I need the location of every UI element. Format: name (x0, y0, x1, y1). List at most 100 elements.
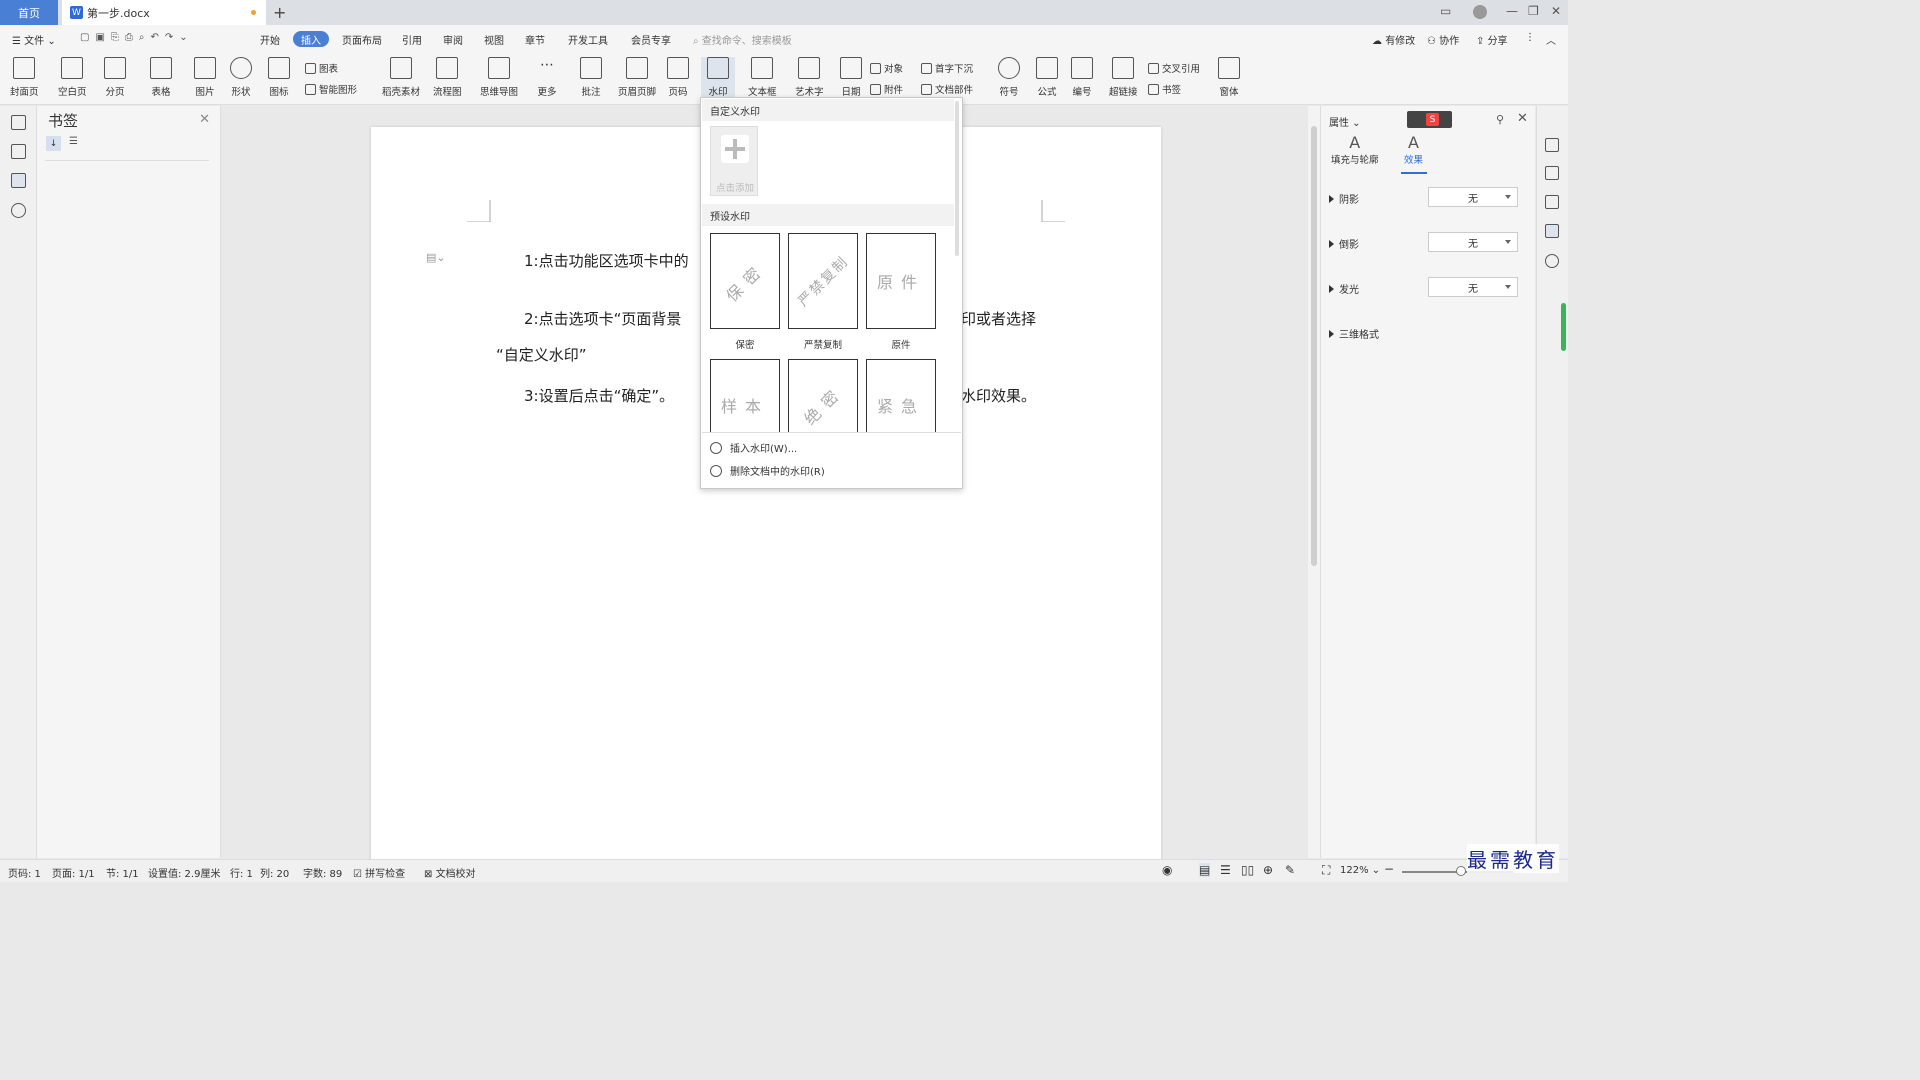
doc-line-3[interactable]: “自定义水印” (496, 344, 587, 365)
delete-watermark-item[interactable]: 删除文档中的水印(R) (710, 463, 825, 478)
cursor-select-icon[interactable] (1545, 195, 1559, 209)
cover-page-button[interactable]: 封面页 (10, 57, 39, 98)
sort-by-name-icon[interactable]: ↓ (46, 136, 61, 151)
collaborate-button[interactable]: ⚇ 协作 (1427, 32, 1459, 47)
image-button[interactable]: 图片 (194, 57, 216, 98)
share-button[interactable]: ⇪ 分享 (1476, 32, 1508, 47)
page-view-icon[interactable]: ▤ (1199, 863, 1211, 877)
outline-view-icon[interactable]: ☰ (1220, 863, 1231, 877)
comment-button[interactable]: 批注 (580, 57, 602, 98)
paragraph-options-icon[interactable]: ▤⌄ (426, 251, 446, 264)
folder-icon[interactable] (11, 144, 26, 159)
help-icon[interactable] (1545, 254, 1559, 268)
docpart-button[interactable]: 文档部件 (921, 82, 973, 96)
doc-proof-button[interactable]: ⊠ 文档校对 (424, 865, 476, 880)
mindmap-button[interactable]: 思维导图 (480, 57, 518, 98)
tab-home[interactable]: 首页 (0, 0, 58, 25)
status-page[interactable]: 页面: 1/1 (52, 865, 95, 880)
formula-button[interactable]: 公式 (1036, 57, 1058, 98)
tab-page-layout[interactable]: 页面布局 (342, 32, 382, 47)
pin-icon[interactable]: ⚲ (1496, 113, 1504, 126)
preset-watermark-card[interactable]: 原件 (866, 233, 936, 329)
reading-view-icon[interactable]: ▯▯ (1241, 863, 1254, 877)
doc-line-2-tail[interactable]: 印或者选择 (961, 308, 1036, 329)
shape-button[interactable]: 形状 (230, 57, 252, 98)
insert-watermark-item[interactable]: 插入水印(W)... (710, 440, 797, 455)
new-tab-plus-icon[interactable]: + (273, 3, 286, 22)
icon-button[interactable]: 图标 (268, 57, 290, 98)
glow-select[interactable]: 无 (1428, 277, 1518, 297)
zoom-slider-handle[interactable] (1456, 866, 1466, 876)
object-button[interactable]: 对象 (870, 61, 903, 75)
minimize-icon[interactable]: — (1506, 4, 1518, 18)
collapse-ribbon-icon[interactable]: ︿ (1546, 32, 1556, 47)
tab-developer[interactable]: 开发工具 (568, 32, 608, 47)
reflection-select[interactable]: 无 (1428, 232, 1518, 252)
quick-access-icons[interactable]: ▢▣⎘⎙⌕↶↷⌄ (80, 32, 194, 43)
doc-line-2[interactable]: 2:点击选项卡“页面背景 (524, 308, 681, 329)
dropcap-button[interactable]: 首字下沉 (921, 61, 973, 75)
command-search-input[interactable]: ⌕ 查找命令、搜索模板 (693, 32, 792, 47)
menu-file[interactable]: ☰ 文件 ⌄ (12, 32, 56, 47)
reflection-row[interactable]: 倒影 (1329, 236, 1359, 251)
bookmark-nav-icon[interactable] (11, 173, 26, 188)
more-button[interactable]: ⋯ 更多 (536, 57, 558, 98)
preset-watermark-card[interactable]: 严禁复制 (788, 233, 858, 329)
doc-line-4-tail[interactable]: 水印效果。 (961, 385, 1036, 406)
tab-insert[interactable]: 插入 (293, 31, 329, 47)
outline-icon[interactable] (11, 115, 26, 130)
web-view-icon[interactable]: ⊕ (1263, 863, 1273, 877)
crossref-button[interactable]: 交叉引用 (1148, 61, 1200, 75)
tab-fill-outline[interactable]: A 填充与轮廓 (1331, 134, 1379, 167)
zoom-level-select[interactable]: 122% ⌄ (1340, 865, 1380, 876)
watermark-button[interactable]: 水印 (701, 57, 735, 101)
date-button[interactable]: 日期 (840, 57, 862, 98)
smartart-button[interactable]: 智能图形 (305, 82, 357, 96)
table-button[interactable]: 表格 (150, 57, 172, 98)
tab-document[interactable]: W 第一步.docx (62, 0, 266, 25)
has-changes-button[interactable]: ☁ 有修改 (1372, 32, 1415, 47)
close-panel-icon[interactable]: ✕ (1517, 111, 1528, 126)
vertical-scrollbar[interactable] (1308, 106, 1320, 858)
doc-line-1[interactable]: 1:点击功能区选项卡中的 (524, 250, 689, 271)
shadow-select[interactable]: 无 (1428, 187, 1518, 207)
attachment-button[interactable]: 附件 (870, 82, 903, 96)
page-number-button[interactable]: 页码 (667, 57, 689, 98)
side-scroll-indicator[interactable] (1561, 303, 1566, 351)
symbol-button[interactable]: 符号 (998, 57, 1020, 98)
tab-references[interactable]: 引用 (402, 32, 422, 47)
rocket-icon[interactable] (1545, 138, 1559, 152)
close-window-icon[interactable]: ✕ (1551, 4, 1561, 18)
hyperlink-button[interactable]: 超链接 (1109, 57, 1138, 98)
tab-review[interactable]: 审阅 (443, 32, 463, 47)
header-footer-button[interactable]: 页眉页脚 (618, 57, 656, 98)
wordart-button[interactable]: 艺术字 (795, 57, 824, 98)
preset-watermark-card[interactable]: 紧急 (866, 359, 936, 433)
chart-button[interactable]: 图表 (305, 61, 338, 75)
tab-member[interactable]: 会员专享 (631, 32, 671, 47)
properties-title[interactable]: 属性 ⌄ (1329, 114, 1361, 129)
settings-sliders-icon[interactable] (1545, 224, 1559, 238)
shadow-row[interactable]: 阴影 (1329, 191, 1359, 206)
tab-effect[interactable]: A 效果 (1404, 134, 1423, 167)
status-word-count[interactable]: 字数: 89 (303, 865, 342, 880)
tab-chapter[interactable]: 章节 (525, 32, 545, 47)
zoom-out-icon[interactable]: − (1384, 862, 1394, 876)
preset-watermark-card[interactable]: 绝密 (788, 359, 858, 433)
bookmark-insert-button[interactable]: 书签 (1148, 82, 1181, 96)
tab-view[interactable]: 视图 (484, 32, 504, 47)
eye-protect-icon[interactable]: ◉ (1162, 863, 1172, 877)
search-icon[interactable] (11, 203, 26, 218)
more-options-icon[interactable]: ⋮ (1525, 32, 1535, 43)
numbering-button[interactable]: 编号 (1071, 57, 1093, 98)
3d-format-row[interactable]: 三维格式 (1329, 326, 1379, 341)
restore-icon[interactable]: ❐ (1528, 4, 1539, 18)
dropdown-scrollbar[interactable] (955, 101, 959, 256)
fit-page-icon[interactable]: ⛶ (1322, 863, 1330, 878)
avatar[interactable] (1473, 5, 1487, 19)
scrollbar-thumb[interactable] (1311, 126, 1317, 566)
window-layout-icon[interactable]: ▭ (1440, 4, 1451, 18)
doc-line-4[interactable]: 3:设置后点击“确定”。 (524, 385, 674, 406)
close-icon[interactable]: ✕ (199, 112, 210, 127)
material-button[interactable]: 稻壳素材 (382, 57, 420, 98)
